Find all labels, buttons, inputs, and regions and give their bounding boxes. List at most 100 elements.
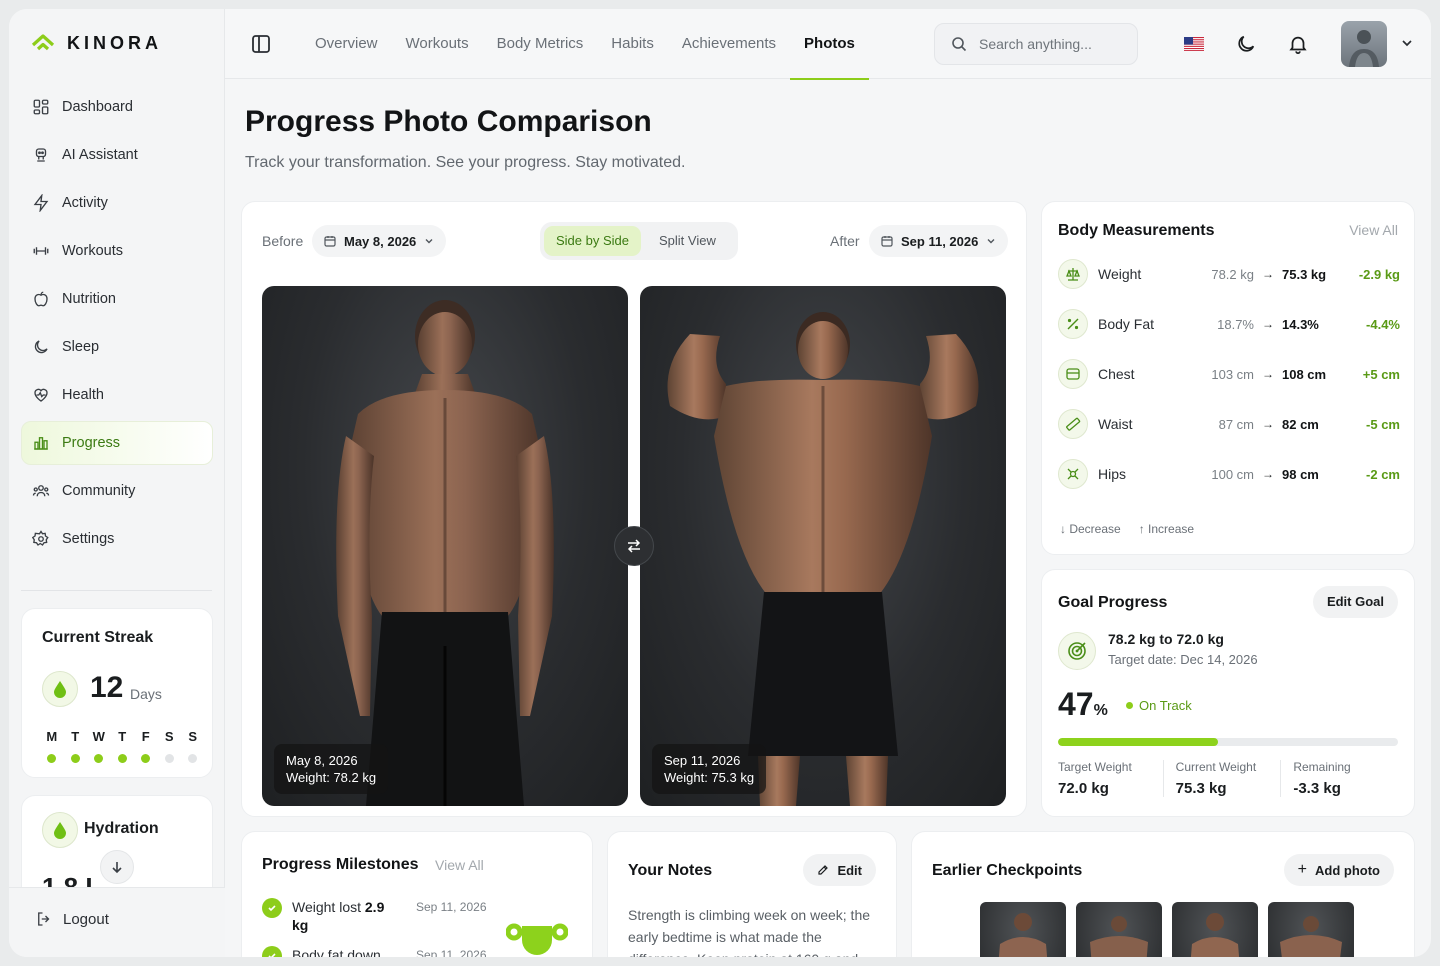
bar-chart-icon — [34, 437, 48, 450]
checkpoint-thumbnail[interactable] — [980, 902, 1066, 957]
weekday: S — [158, 729, 182, 763]
after-caption-date: Sep 11, 2026 — [664, 753, 741, 768]
sidebar-item-settings[interactable]: Settings — [21, 517, 213, 561]
before-photo[interactable]: May 8, 2026 Weight: 78.2 kg — [262, 286, 628, 806]
percent-icon — [1058, 309, 1088, 339]
avatar[interactable] — [1341, 21, 1387, 67]
streak-value: 12 — [90, 671, 124, 704]
measurements-view-all-link[interactable]: View All — [1349, 222, 1398, 238]
weekday: F — [134, 729, 158, 763]
side-by-side-button[interactable]: Side by Side — [544, 226, 641, 256]
checkpoint-thumbnail[interactable] — [1268, 902, 1354, 957]
tab-habits[interactable]: Habits — [597, 9, 668, 79]
chevron-down-icon — [987, 239, 995, 244]
gear-icon — [32, 530, 49, 546]
measurement-legend: ↓ Decrease ↑ Increase — [1060, 522, 1194, 536]
tab-achievements[interactable]: Achievements — [668, 9, 790, 79]
edit-notes-button[interactable]: Edit — [803, 854, 876, 886]
streak-title: Current Streak — [42, 629, 154, 646]
sidebar-item-progress[interactable]: Progress — [21, 421, 213, 465]
top-tabs: Overview Workouts Body Metrics Habits Ac… — [301, 9, 869, 80]
measurement-row: Hips 100 cm → 98 cm -2 cm — [1058, 458, 1400, 490]
moon-icon — [34, 340, 48, 354]
sidebar-item-label: Sleep — [62, 339, 100, 355]
tab-overview[interactable]: Overview — [301, 9, 392, 79]
milestone-date: Sep 11, 2026 — [416, 948, 487, 957]
sidebar-item-workouts[interactable]: Workouts — [21, 229, 213, 273]
checkpoint-thumbnail[interactable] — [1172, 902, 1258, 957]
sidebar: KINORA Dashboard AI Assistant Activity W… — [9, 9, 225, 957]
logo-icon — [31, 34, 55, 51]
chevron-down-icon[interactable] — [1401, 37, 1413, 49]
dark-mode-icon[interactable] — [1235, 33, 1257, 55]
brand[interactable]: KINORA — [31, 31, 162, 55]
measurement-delta: -4.4% — [1366, 316, 1400, 332]
milestones-title: Progress Milestones — [262, 856, 419, 873]
sidebar-item-label: Nutrition — [62, 291, 116, 307]
measurement-row: Chest 103 cm → 108 cm +5 cm — [1058, 358, 1400, 390]
measurement-after: 14.3% — [1282, 316, 1319, 332]
view-mode-toggle: Side by Side Split View — [540, 222, 738, 260]
sidebar-item-label: Health — [62, 387, 104, 403]
measurements-title: Body Measurements — [1058, 222, 1215, 239]
drop-icon — [42, 812, 78, 848]
sidebar-item-community[interactable]: Community — [21, 469, 213, 513]
measurement-before: 18.7% — [1217, 316, 1254, 332]
checkpoint-thumbnail[interactable] — [1076, 902, 1162, 957]
add-photo-button[interactable]: + Add photo — [1283, 854, 1394, 886]
logout-bar: Logout — [9, 887, 225, 957]
sidebar-item-label: AI Assistant — [62, 147, 138, 163]
search-input[interactable]: Search anything... — [934, 23, 1138, 65]
check-icon — [262, 946, 282, 957]
notes-card: Your Notes Edit Strength is climbing wee… — [607, 831, 897, 957]
measurement-before: 103 cm — [1211, 366, 1254, 382]
sidebar-toggle-icon[interactable] — [251, 34, 271, 54]
sidebar-item-sleep[interactable]: Sleep — [21, 325, 213, 369]
arrow-right-icon: → — [1262, 417, 1274, 431]
before-date-picker[interactable]: May 8, 2026 — [312, 225, 447, 257]
tab-body-metrics[interactable]: Body Metrics — [483, 9, 598, 79]
measurement-after: 82 cm — [1282, 416, 1319, 432]
goal-stat: Current Weight 75.3 kg — [1162, 760, 1281, 797]
sidebar-item-health[interactable]: Health — [21, 373, 213, 417]
swap-photos-button[interactable] — [614, 526, 654, 566]
after-date-picker[interactable]: Sep 11, 2026 — [869, 225, 1009, 257]
edit-goal-button[interactable]: Edit Goal — [1312, 586, 1398, 618]
split-view-button[interactable]: Split View — [647, 226, 728, 256]
dumbbell-icon — [33, 247, 49, 255]
logout-button[interactable]: Logout — [35, 910, 109, 928]
measurement-name: Weight — [1098, 266, 1142, 282]
hydration-title: Hydration — [84, 820, 159, 837]
after-caption: Sep 11, 2026 Weight: 75.3 kg — [652, 744, 767, 794]
weekday: W — [87, 729, 111, 763]
checkpoint-thumbnails — [980, 902, 1354, 957]
scroll-down-button[interactable] — [100, 850, 134, 884]
measurement-delta: -2.9 kg — [1358, 266, 1400, 282]
streak-unit: Days — [130, 686, 162, 702]
goal-progress-bar — [1058, 738, 1398, 746]
dashboard-icon — [33, 99, 49, 115]
page-title: Progress Photo Comparison — [245, 105, 652, 138]
tab-workouts[interactable]: Workouts — [392, 9, 483, 79]
sidebar-item-activity[interactable]: Activity — [21, 181, 213, 225]
search-icon — [952, 37, 967, 52]
bell-icon[interactable] — [1287, 33, 1309, 55]
sidebar-item-ai-assistant[interactable]: AI Assistant — [21, 133, 213, 177]
streak-card: Current Streak 12 Days M T W T F S S — [21, 608, 213, 778]
milestones-view-all-link[interactable]: View All — [435, 857, 484, 873]
us-flag-icon[interactable] — [1184, 37, 1204, 51]
tab-photos[interactable]: Photos — [790, 9, 869, 80]
streak-week: M T W T F S S — [40, 729, 205, 763]
bolt-icon — [33, 194, 49, 212]
sidebar-item-label: Progress — [62, 435, 121, 451]
sidebar-item-dashboard[interactable]: Dashboard — [21, 85, 213, 129]
arrow-right-icon: → — [1262, 367, 1274, 381]
arrow-down-icon — [112, 862, 122, 874]
sidebar-item-nutrition[interactable]: Nutrition — [21, 277, 213, 321]
checkpoints-title: Earlier Checkpoints — [932, 862, 1083, 879]
flex-pose-figure — [667, 312, 979, 806]
sidebar-item-label: Activity — [62, 195, 108, 211]
after-photo[interactable]: Sep 11, 2026 Weight: 75.3 kg — [640, 286, 1006, 806]
weekday: T — [64, 729, 88, 763]
measurement-delta: -5 cm — [1366, 416, 1400, 432]
